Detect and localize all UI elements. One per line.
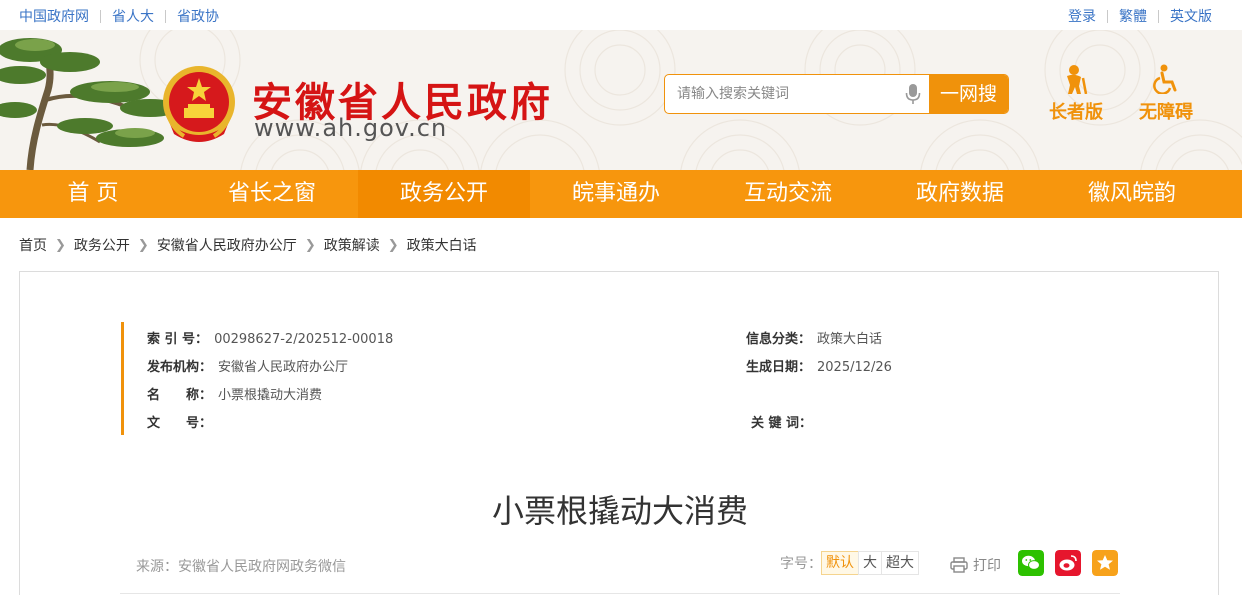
site-header: 安徽省人民政府 www.ah.gov.cn 一网搜 长者版 无障碍 [0,30,1242,170]
font-size-default[interactable]: 默认 [821,551,859,575]
font-size-label: 字号： [780,556,822,572]
national-emblem-logo [163,66,235,142]
favorite-star-icon[interactable] [1092,550,1118,576]
nav-governor-window[interactable]: 省长之窗 [186,170,358,218]
breadcrumb-government-affairs[interactable]: 政务公开 [74,235,130,255]
search-bar: 一网搜 [664,74,1009,114]
meta-keywords: 关 键 词： [751,416,813,431]
main-navigation: 首 页 省长之窗 政务公开 皖事通办 互动交流 政府数据 徽风皖韵 [0,170,1242,218]
pine-tree-illustration [0,38,180,170]
divider [1158,9,1159,23]
printer-icon [950,557,968,573]
english-version-link[interactable]: 英文版 [1170,6,1212,26]
article-title: 小票根撬动大消费 [491,492,748,530]
weibo-share-icon[interactable] [1055,550,1081,576]
font-size-large[interactable]: 大 [858,551,882,575]
divider [100,9,101,23]
wheelchair-icon [1153,64,1177,94]
nav-home[interactable]: 首 页 [0,170,186,218]
breadcrumb-policy-interpretation[interactable]: 政策解读 [324,235,380,255]
print-button[interactable]: 打印 [950,555,1001,575]
accessibility-mode-button[interactable]: 无障碍 [1139,64,1193,124]
traditional-chinese-link[interactable]: 繁體 [1119,6,1147,26]
breadcrumb: 首页 ❯ 政务公开 ❯ 安徽省人民政府办公厅 ❯ 政策解读 ❯ 政策大白话 [19,235,477,255]
elder-person-icon [1067,65,1088,94]
nav-government-data[interactable]: 政府数据 [874,170,1046,218]
user-links: 登录 繁體 英文版 [1068,6,1212,26]
divider [1107,9,1108,23]
search-input[interactable] [665,75,900,113]
chevron-right-icon: ❯ [387,237,399,253]
divider [120,593,1120,594]
link-provincial-cppcc[interactable]: 省政协 [177,6,219,26]
meta-name: 名 称： 小票根撬动大消费 [147,388,323,403]
nav-online-services[interactable]: 皖事通办 [530,170,702,218]
breadcrumb-home[interactable]: 首页 [19,235,47,255]
meta-document-number: 文 号： [147,416,213,431]
chevron-right-icon: ❯ [137,237,149,253]
meta-publisher: 发布机构： 安徽省人民政府办公厅 [147,360,349,375]
meta-category: 信息分类： 政策大白话 [746,332,883,347]
nav-interaction[interactable]: 互动交流 [702,170,874,218]
link-gov-cn[interactable]: 中国政府网 [19,6,89,26]
breadcrumb-policy-plain-talk[interactable]: 政策大白话 [407,235,477,255]
elder-mode-label: 长者版 [1049,102,1103,123]
meta-index-number: 索 引 号： 00298627-2/202512-00018 [147,332,394,347]
font-size-extra-large[interactable]: 超大 [881,551,919,575]
nav-government-affairs[interactable]: 政务公开 [358,170,530,218]
divider [165,9,166,23]
link-provincial-congress[interactable]: 省人大 [112,6,154,26]
login-link[interactable]: 登录 [1068,6,1096,26]
accessibility-mode-label: 无障碍 [1139,102,1193,123]
top-utility-bar: 中国政府网 省人大 省政协 登录 繁體 英文版 [0,0,1242,30]
article-container: 索 引 号： 00298627-2/202512-00018 信息分类： 政策大白话… [19,271,1219,595]
meta-date: 生成日期： 2025/12/26 [746,360,892,375]
chevron-right-icon: ❯ [304,237,316,253]
print-label: 打印 [973,558,1001,574]
document-metadata: 索 引 号： 00298627-2/202512-00018 信息分类： 政策大白话… [121,322,1121,435]
font-size-selector: 字号： 默认 大 超大 [780,551,919,575]
microphone-icon[interactable] [905,83,921,105]
partner-links: 中国政府网 省人大 省政协 [19,6,219,26]
article-source: 来源：安徽省人民政府网政务微信 [136,559,346,575]
search-button[interactable]: 一网搜 [929,75,1008,113]
breadcrumb-general-office[interactable]: 安徽省人民政府办公厅 [157,235,297,255]
chevron-right-icon: ❯ [55,237,66,253]
elder-mode-button[interactable]: 长者版 [1049,64,1103,124]
wechat-share-icon[interactable] [1018,550,1044,576]
nav-anhui-culture[interactable]: 徽风皖韵 [1046,170,1218,218]
site-url: www.ah.gov.cn [254,114,448,142]
